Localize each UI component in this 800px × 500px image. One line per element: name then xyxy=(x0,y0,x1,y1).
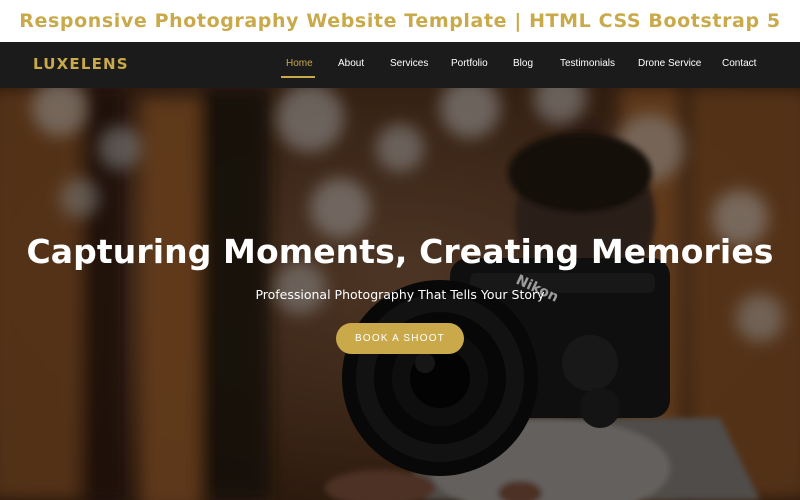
nav-link-testimonials[interactable]: Testimonials xyxy=(560,58,615,69)
nav-link-blog[interactable]: Blog xyxy=(513,58,533,69)
nav-link-portfolio[interactable]: Portfolio xyxy=(451,58,488,69)
nav-link-home[interactable]: Home xyxy=(286,58,313,69)
nav-links: Home About Services Portfolio Blog Testi… xyxy=(0,42,800,88)
nav-link-drone-service[interactable]: Drone Service xyxy=(638,58,701,69)
active-nav-indicator xyxy=(281,76,315,78)
banner-title: Responsive Photography Website Template … xyxy=(19,10,781,32)
hero-section: Nikon Capturing Moments, Creating Memori… xyxy=(0,88,800,500)
hero-title: Capturing Moments, Creating Memories xyxy=(26,232,774,271)
navbar: LUXELENS Home About Services Portfolio B… xyxy=(0,42,800,88)
page-banner: Responsive Photography Website Template … xyxy=(0,0,800,42)
nav-link-contact[interactable]: Contact xyxy=(722,58,756,69)
book-a-shoot-button[interactable]: BOOK A SHOOT xyxy=(336,323,464,354)
nav-link-services[interactable]: Services xyxy=(390,58,428,69)
hero-subtitle: Professional Photography That Tells Your… xyxy=(255,287,545,302)
nav-link-about[interactable]: About xyxy=(338,58,364,69)
